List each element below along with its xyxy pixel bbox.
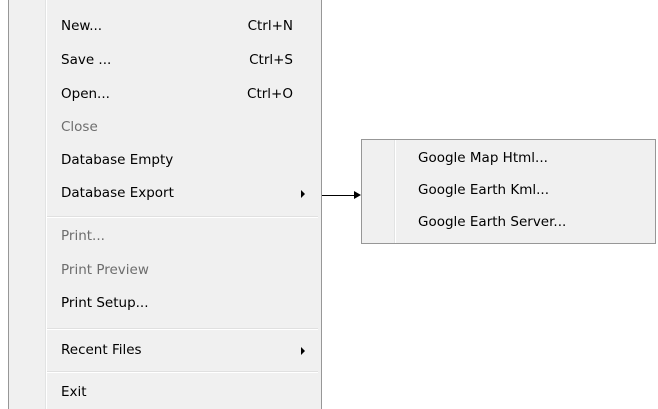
submenu-item-label: Google Earth Kml...	[418, 182, 550, 198]
menu-item-close: Close	[10, 114, 320, 142]
file-menu: New... Ctrl+N Save ... Ctrl+S Open... Ct…	[8, 0, 322, 409]
submenu-arrow-icon	[301, 347, 305, 355]
menu-item-recent-files[interactable]: Recent Files	[10, 337, 320, 365]
submenu-item-google-map-html[interactable]: Google Map Html...	[363, 145, 654, 173]
submenu-item-label: Google Earth Server...	[418, 214, 567, 230]
menu-item-database-export[interactable]: Database Export	[10, 180, 320, 208]
menu-separator	[47, 328, 318, 330]
menu-item-save[interactable]: Save ... Ctrl+S	[10, 47, 320, 75]
submenu-arrow-icon	[301, 190, 305, 198]
menu-item-exit[interactable]: Exit	[10, 379, 320, 407]
menu-item-shortcut: Ctrl+S	[249, 52, 293, 68]
menu-item-shortcut: Ctrl+O	[247, 86, 293, 102]
menu-item-shortcut: Ctrl+N	[247, 18, 293, 34]
menu-item-label: Exit	[61, 384, 87, 400]
connector-line	[322, 195, 358, 196]
menu-item-label: Save ...	[61, 52, 112, 68]
menu-item-label: New...	[61, 18, 103, 34]
menu-item-label: Database Export	[61, 185, 174, 201]
connector-arrow-icon	[354, 191, 361, 199]
menu-item-label: Print Setup...	[61, 295, 149, 311]
submenu-item-label: Google Map Html...	[418, 150, 548, 166]
submenu-item-google-earth-server[interactable]: Google Earth Server...	[363, 209, 654, 237]
submenu-item-google-earth-kml[interactable]: Google Earth Kml...	[363, 177, 654, 205]
menu-item-new[interactable]: New... Ctrl+N	[10, 13, 320, 41]
menu-item-label: Print...	[61, 228, 105, 244]
menu-separator	[47, 216, 318, 218]
database-export-submenu: Google Map Html... Google Earth Kml... G…	[361, 139, 656, 244]
menu-item-open[interactable]: Open... Ctrl+O	[10, 81, 320, 109]
menu-separator	[47, 371, 318, 373]
menu-item-label: Close	[61, 119, 98, 135]
menu-item-label: Recent Files	[61, 342, 142, 358]
menu-item-print-preview: Print Preview	[10, 257, 320, 285]
menu-item-print-setup[interactable]: Print Setup...	[10, 290, 320, 318]
menu-item-print: Print...	[10, 223, 320, 251]
menu-item-label: Print Preview	[61, 262, 149, 278]
menu-item-label: Database Empty	[61, 152, 174, 168]
menu-item-label: Open...	[61, 86, 110, 102]
menu-item-database-empty[interactable]: Database Empty	[10, 147, 320, 175]
